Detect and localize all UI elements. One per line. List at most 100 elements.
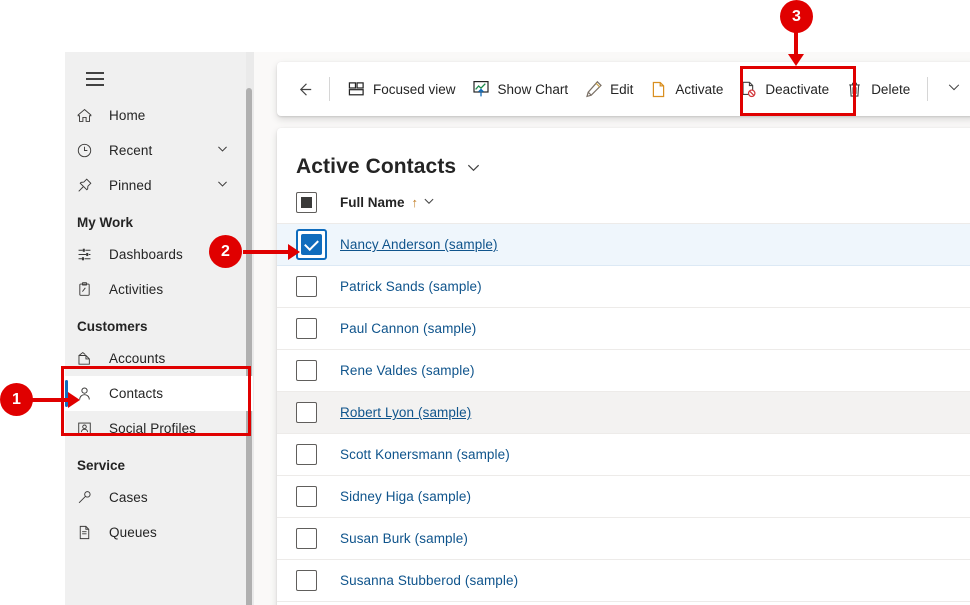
table-row[interactable]: Patrick Sands (sample) [277,266,970,308]
table-row[interactable]: Scott Konersmann (sample) [277,434,970,476]
row-checkbox[interactable] [296,528,317,549]
sidebar-item-accounts[interactable]: Accounts [65,341,253,376]
sidebar-item-label: Accounts [100,351,165,366]
chevron-down-icon[interactable] [466,157,481,181]
sidebar-group-customers: Customers [65,307,253,341]
sidebar-item-label: Home [100,108,145,123]
row-name-link[interactable]: Rene Valdes (sample) [340,363,475,378]
sidebar-item-label: Dashboards [100,247,183,262]
sidebar-item-activities[interactable]: Activities [65,272,253,307]
show-chart-label: Show Chart [491,82,569,97]
row-checkbox[interactable] [296,570,317,591]
sidebar-item-contacts[interactable]: Contacts [65,376,253,411]
callout-marker-2: 2 [209,235,242,268]
row-name-link[interactable]: Robert Lyon (sample) [340,405,471,420]
edit-button[interactable]: Edit [576,71,641,107]
show-chart-button[interactable]: Show Chart [464,71,577,107]
sidebar-item-label: Activities [100,282,163,297]
table-row[interactable]: Susan Burk (sample) [277,518,970,560]
view-selector[interactable]: Active Contacts [277,128,970,182]
annotation-arrowhead-2 [288,244,300,260]
annotation-line-1 [30,398,72,402]
row-name-link[interactable]: Scott Konersmann (sample) [340,447,510,462]
sidebar-item-social-profiles[interactable]: Social Profiles [65,411,253,446]
row-checkbox-cell [296,402,340,423]
table-row[interactable]: Paul Cannon (sample) [277,308,970,350]
annotation-line-2 [243,250,292,254]
sort-ascending-arrow: ↑ [412,195,419,210]
row-checkbox[interactable] [296,318,317,339]
chevron-down-icon[interactable] [423,195,435,210]
row-checkbox-cell [296,360,340,381]
sidebar-item-label: Queues [100,525,157,540]
command-divider [329,77,330,101]
sidebar-item-home[interactable]: Home [65,98,253,133]
row-checkbox[interactable] [296,402,317,423]
sidebar-item-pinned[interactable]: Pinned [65,168,253,203]
account-icon [76,348,100,370]
home-icon [76,105,100,127]
row-checkbox[interactable] [296,486,317,507]
row-checkbox-cell [296,444,340,465]
sidebar-item-label: Pinned [100,178,152,193]
row-checkbox-cell [296,229,340,260]
row-checkbox-focus-ring [296,229,327,260]
back-arrow-icon[interactable] [290,74,320,104]
chevron-down-icon[interactable] [216,142,229,160]
case-icon [76,487,100,509]
row-checkbox[interactable] [301,234,322,255]
row-name-link[interactable]: Sidney Higa (sample) [340,489,471,504]
dashboard-icon [76,244,100,266]
deactivate-document-icon [739,80,758,99]
row-checkbox[interactable] [296,276,317,297]
command-bar: Focused view Show Chart [277,62,970,116]
row-name-link[interactable]: Nancy Anderson (sample) [340,237,498,252]
column-header-full-name[interactable]: Full Name ↑ [340,195,435,210]
grid-header-row: Full Name ↑ [277,182,970,224]
activate-label: Activate [668,82,723,97]
column-header-label: Full Name [340,195,405,210]
sidebar-item-queues[interactable]: Queues [65,515,253,550]
row-checkbox[interactable] [296,360,317,381]
row-checkbox-cell [296,486,340,507]
table-row[interactable]: Rene Valdes (sample) [277,350,970,392]
focused-view-button[interactable]: Focused view [339,71,464,107]
sidebar-item-recent[interactable]: Recent [65,133,253,168]
table-row[interactable]: Nancy Anderson (sample) [277,224,970,266]
social-icon [76,418,100,440]
row-name-link[interactable]: Patrick Sands (sample) [340,279,482,294]
table-row[interactable]: Susanna Stubberod (sample) [277,560,970,602]
queue-icon [76,522,100,544]
table-row[interactable]: Robert Lyon (sample) [277,392,970,434]
row-name-link[interactable]: Paul Cannon (sample) [340,321,476,336]
delete-label: Delete [864,82,910,97]
row-name-link[interactable]: Susan Burk (sample) [340,531,468,546]
select-all-checkbox[interactable] [296,192,317,213]
activate-document-icon [649,80,668,99]
sidebar-item-cases[interactable]: Cases [65,480,253,515]
row-name-link[interactable]: Susanna Stubberod (sample) [340,573,518,588]
grid-rows: Nancy Anderson (sample) Patrick Sands (s… [277,224,970,602]
chevron-down-icon[interactable] [939,80,969,99]
row-checkbox-cell [296,528,340,549]
deactivate-label: Deactivate [758,82,829,97]
sidebar-item-label: Social Profiles [100,421,196,436]
chevron-down-icon[interactable] [216,177,229,195]
app-root: Home Recent Pinned [0,0,970,605]
sidebar-item-label: Recent [100,143,152,158]
page-title: Active Contacts [296,155,456,179]
grid-panel: Active Contacts Full Name ↑ [277,128,970,605]
callout-marker-3: 3 [780,0,813,33]
delete-button[interactable]: Delete [837,71,918,107]
annotation-arrowhead-3 [788,54,804,66]
main-content: Focused view Show Chart [254,52,970,605]
deactivate-button[interactable]: Deactivate [731,71,837,107]
row-checkbox-cell [296,318,340,339]
activate-button[interactable]: Activate [641,71,731,107]
row-checkbox[interactable] [296,444,317,465]
hamburger-icon[interactable] [75,62,115,96]
trash-icon [845,80,864,99]
clock-icon [76,140,100,162]
table-row[interactable]: Sidney Higa (sample) [277,476,970,518]
callout-marker-1: 1 [0,383,33,416]
